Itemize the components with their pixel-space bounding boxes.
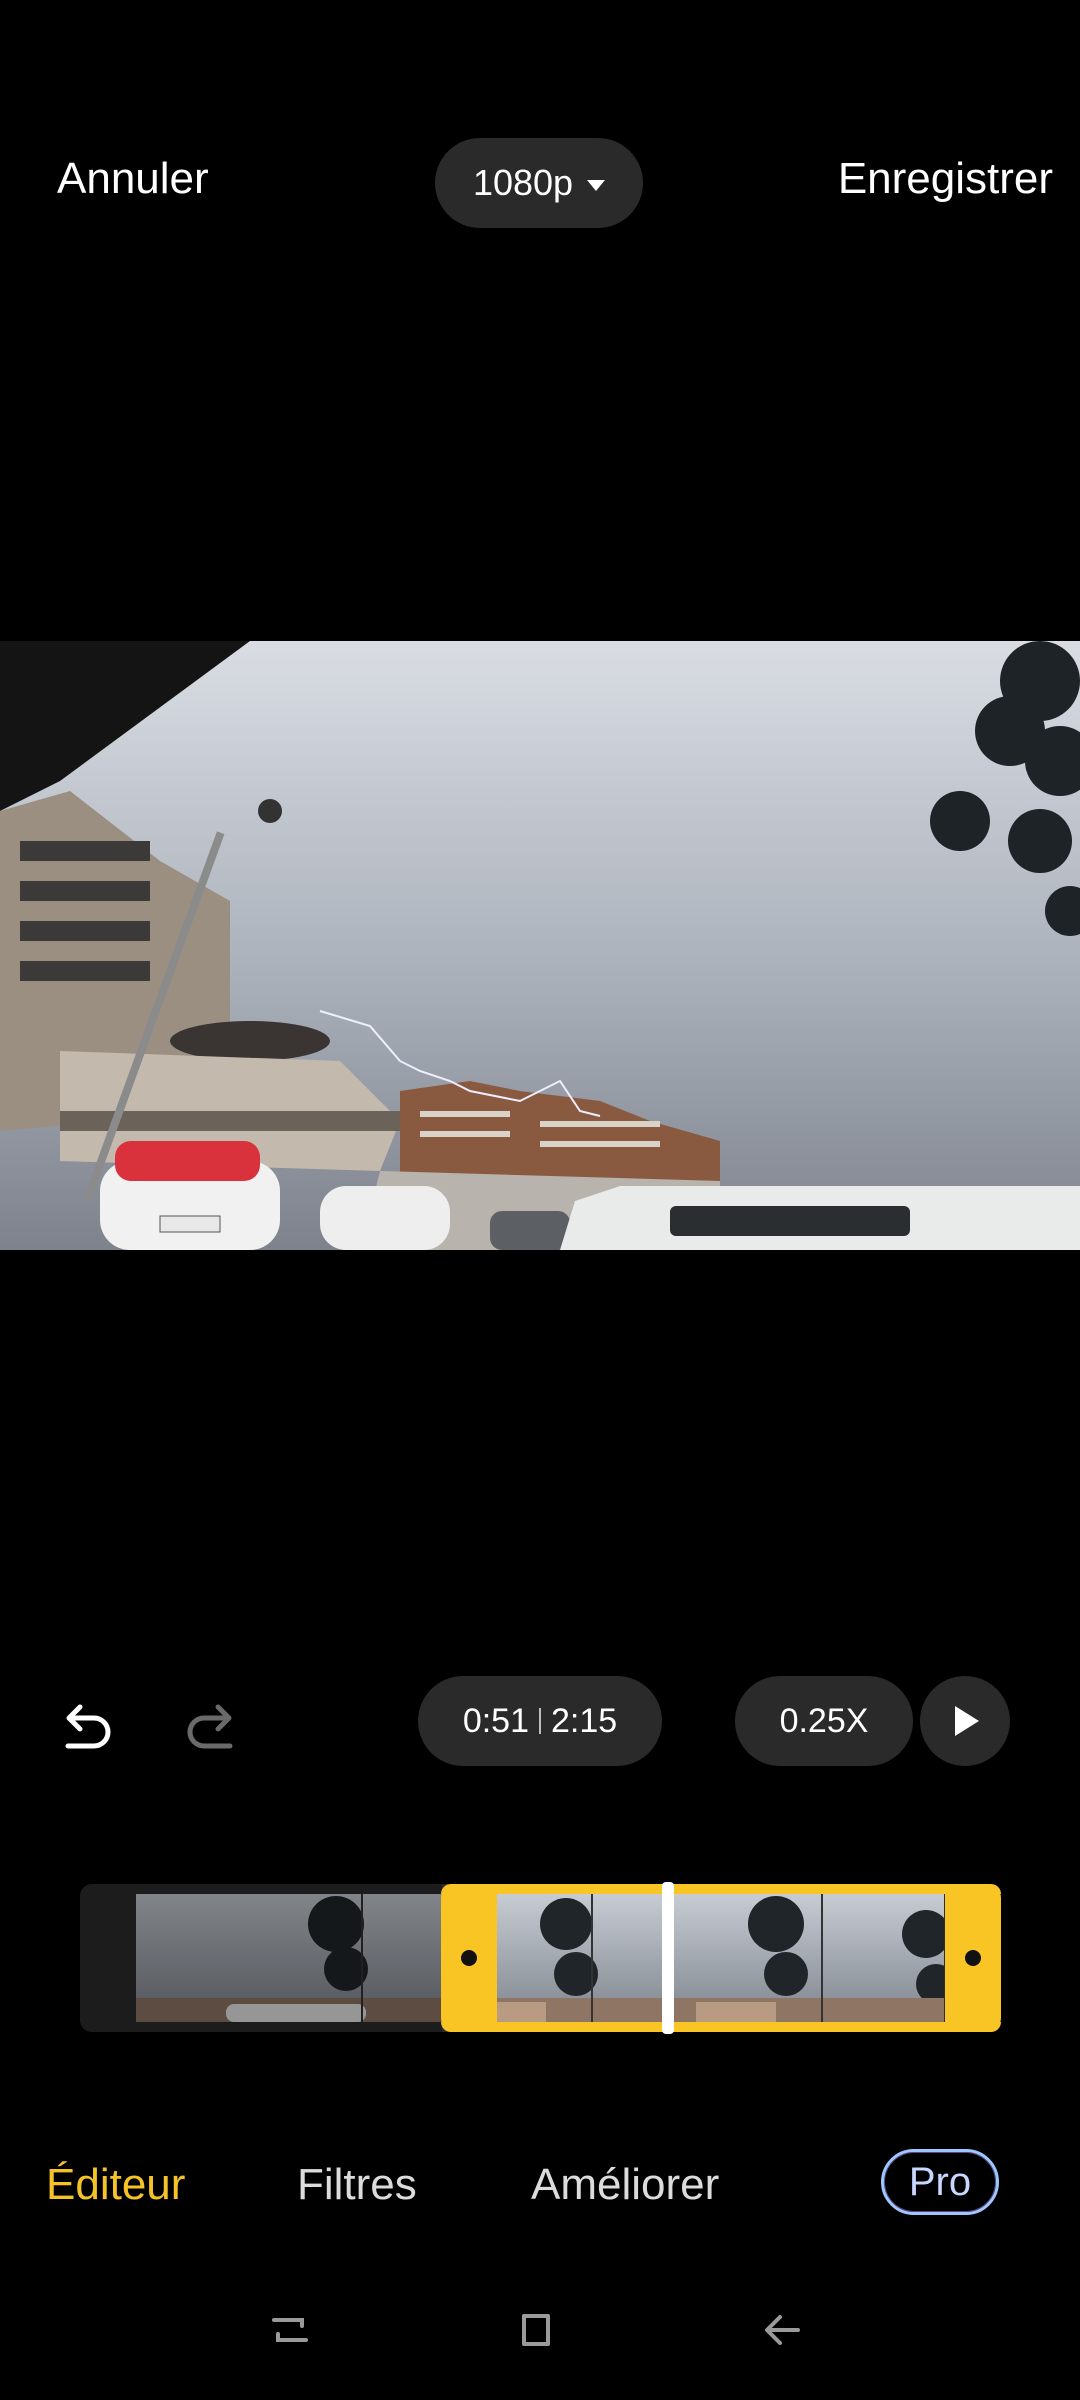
tab-enhance[interactable]: Améliorer [531,2160,719,2210]
caret-down-icon [587,179,606,191]
redo-icon[interactable] [182,1698,242,1758]
handle-dot [965,1950,981,1966]
undo-icon[interactable] [56,1698,116,1758]
cancel-button[interactable]: Annuler [57,154,209,204]
time-display: 0:51 2:15 [418,1676,662,1766]
playhead[interactable] [662,1882,674,2034]
tab-filters[interactable]: Filtres [297,2160,417,2210]
current-time: 0:51 [462,1701,529,1740]
total-time: 2:15 [551,1701,618,1740]
play-icon [955,1706,979,1736]
speed-button[interactable]: 0.25X [735,1676,913,1766]
trim-selection[interactable] [441,1884,1001,2032]
time-separator [539,1708,541,1734]
trim-start-handle[interactable] [441,1884,497,2032]
handle-dot [461,1950,477,1966]
pro-button[interactable]: Pro [881,2149,999,2215]
play-button[interactable] [920,1676,1010,1766]
home-icon[interactable] [512,2306,560,2354]
tab-editor[interactable]: Éditeur [46,2160,185,2210]
save-button[interactable]: Enregistrer [838,154,1053,204]
recents-icon[interactable] [266,2306,314,2354]
timeline-unselected-overlay [80,1884,442,2032]
video-preview[interactable] [0,641,1080,1250]
resolution-label: 1080p [472,162,574,203]
resolution-dropdown[interactable]: 1080p [435,138,643,228]
trim-end-handle[interactable] [945,1884,1001,2032]
video-frame [0,641,1080,1250]
back-icon[interactable] [758,2306,806,2354]
